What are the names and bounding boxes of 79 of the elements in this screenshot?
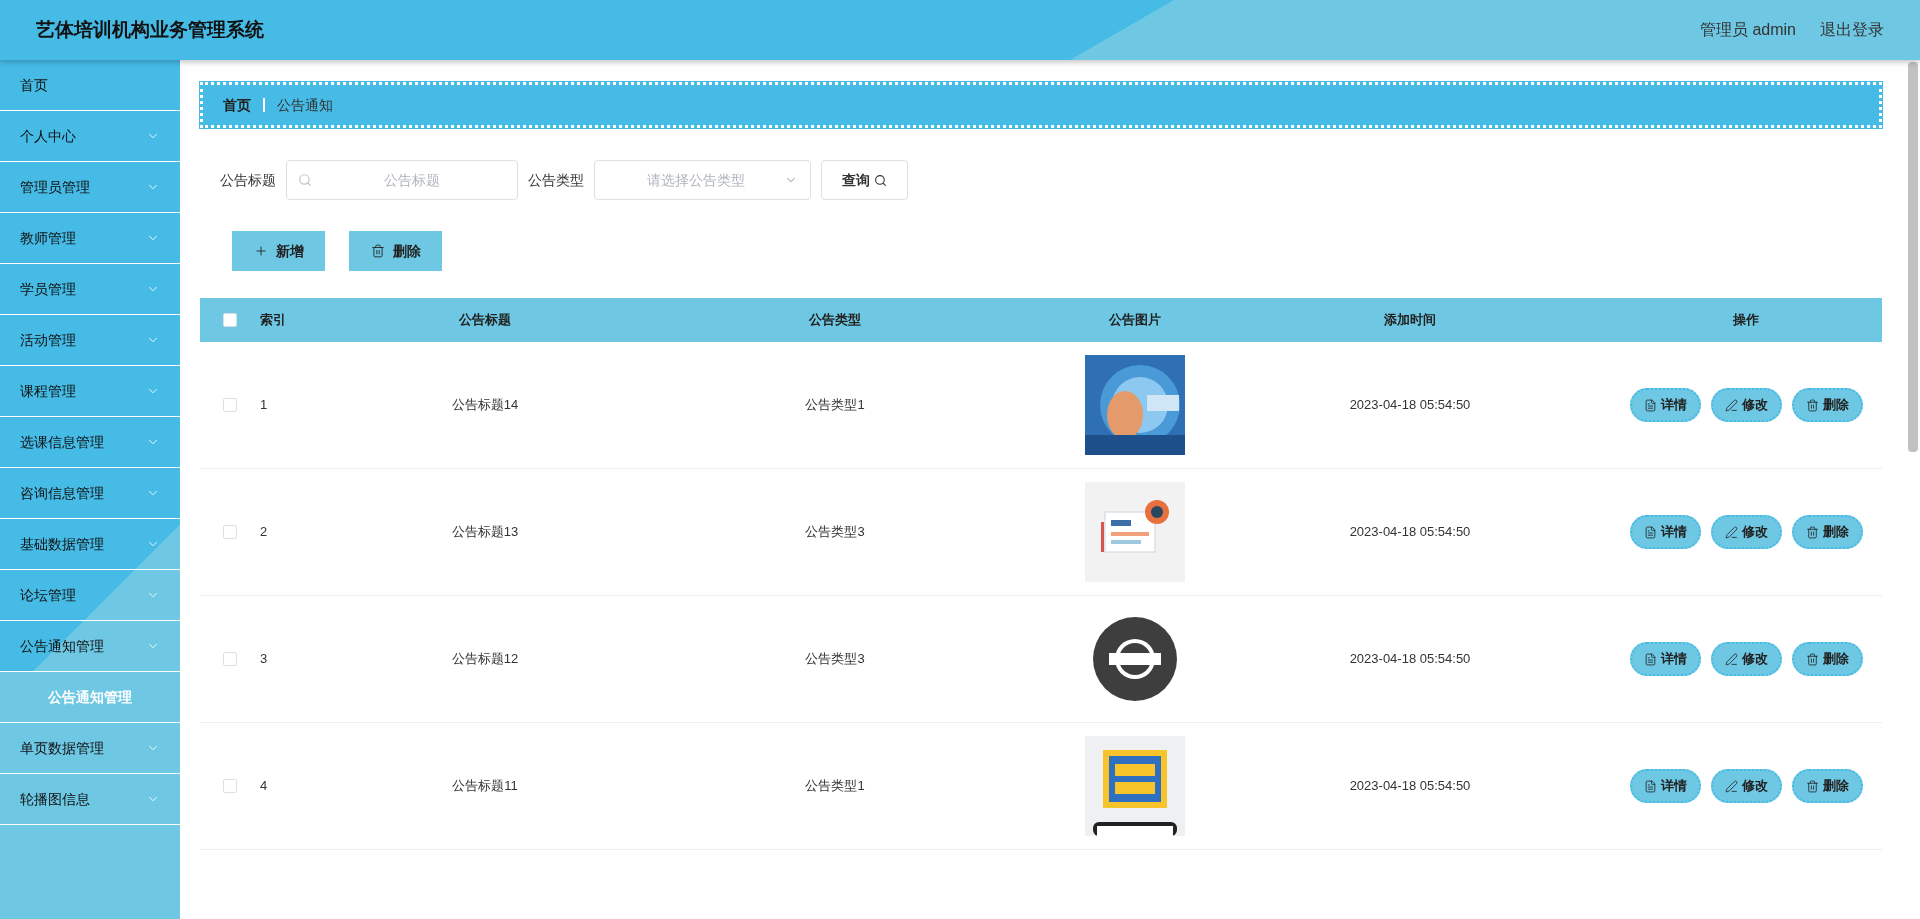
- document-icon: [1643, 779, 1657, 793]
- checkbox[interactable]: [223, 779, 237, 793]
- edit-button[interactable]: 修改: [1710, 388, 1782, 422]
- breadcrumb-item: 公告通知: [277, 95, 333, 115]
- table-cell-text: 公告类型3: [805, 650, 865, 669]
- sidebar-item[interactable]: 活动管理: [0, 315, 180, 366]
- delete-button[interactable]: 删除: [1791, 769, 1863, 803]
- add-button[interactable]: 新增: [235, 234, 322, 268]
- pen-icon: [1724, 398, 1738, 412]
- trash-icon: [1805, 525, 1819, 539]
- pen-icon: [1724, 652, 1738, 666]
- table-cell: 2: [260, 524, 268, 540]
- pen-icon: [1724, 779, 1738, 793]
- sidebar-item[interactable]: 教师管理: [0, 213, 180, 264]
- search-icon: [874, 173, 887, 187]
- detail-button[interactable]: 详情: [1629, 515, 1701, 549]
- field-label: 公告标题: [220, 170, 276, 190]
- plus-icon: [253, 244, 268, 258]
- breadcrumb-item[interactable]: 首页: [223, 94, 251, 116]
- checkbox[interactable]: [223, 652, 237, 666]
- app-title: 艺体培训机构业务管理系统: [36, 17, 264, 42]
- user-name: 管理员 admin: [1699, 20, 1796, 40]
- table-cell-text: 2023-04-18 05:54:50: [1349, 523, 1471, 542]
- table-cell: 3: [260, 651, 268, 667]
- sidebar-item[interactable]: 学员管理: [0, 264, 180, 315]
- column-header: 操作: [1733, 311, 1759, 330]
- field-label: 公告类型: [528, 170, 584, 190]
- edit-button[interactable]: 修改: [1710, 769, 1782, 803]
- delete-button[interactable]: 删除: [1791, 515, 1863, 549]
- checkbox[interactable]: [223, 313, 237, 327]
- edit-button[interactable]: 修改: [1710, 642, 1782, 676]
- table-cell-text: 2023-04-18 05:54:50: [1349, 396, 1471, 415]
- table-cell-text: 公告标题12: [451, 650, 519, 669]
- sidebar-item[interactable]: 轮播图信息: [0, 774, 180, 825]
- logout-link[interactable]: 退出登录: [1820, 18, 1884, 42]
- table-cell: 4: [260, 778, 268, 794]
- pen-icon: [1724, 525, 1738, 539]
- table-cell: 1: [260, 397, 268, 413]
- table-cell-text: 公告标题11: [452, 777, 518, 796]
- table-cell-text: 公告类型1: [805, 777, 865, 796]
- query-button[interactable]: 查询: [821, 160, 908, 200]
- document-icon: [1643, 652, 1657, 666]
- sidebar-item[interactable]: 基础数据管理: [0, 519, 180, 570]
- delete-button[interactable]: 删除: [1791, 388, 1863, 422]
- checkbox[interactable]: [223, 525, 237, 539]
- trash-icon: [1805, 779, 1819, 793]
- table-cell-text: 公告标题13: [451, 523, 519, 542]
- edit-button[interactable]: 修改: [1710, 515, 1782, 549]
- sidebar-item[interactable]: 选课信息管理: [0, 417, 180, 468]
- column-header: 公告类型: [809, 311, 861, 330]
- document-icon: [1643, 398, 1657, 412]
- column-header: 添加时间: [1384, 311, 1436, 330]
- detail-button[interactable]: 详情: [1629, 642, 1701, 676]
- delete-button[interactable]: 删除: [352, 234, 439, 268]
- column-header: 索引: [260, 312, 286, 328]
- sidebar-item[interactable]: 咨询信息管理: [0, 468, 180, 519]
- trash-icon: [1805, 652, 1819, 666]
- table-cell-text: 2023-04-18 05:54:50: [1349, 777, 1471, 796]
- sidebar-item[interactable]: 首页: [0, 60, 180, 111]
- search-icon: [298, 173, 312, 187]
- checkbox[interactable]: [223, 398, 237, 412]
- column-header: 公告图片: [1109, 311, 1161, 330]
- sidebar-item[interactable]: 管理员管理: [0, 162, 180, 213]
- trash-icon: [370, 244, 385, 258]
- detail-button[interactable]: 详情: [1629, 769, 1701, 803]
- table-cell-text: 公告类型1: [805, 396, 865, 415]
- document-icon: [1643, 525, 1657, 539]
- sidebar-item[interactable]: 单页数据管理: [0, 723, 180, 774]
- title-search-field[interactable]: 公告标题: [286, 160, 518, 200]
- detail-button[interactable]: 详情: [1629, 388, 1701, 422]
- delete-button[interactable]: 删除: [1791, 642, 1863, 676]
- sidebar-item[interactable]: 个人中心: [0, 111, 180, 162]
- trash-icon: [1805, 398, 1819, 412]
- sidebar-item[interactable]: 课程管理: [0, 366, 180, 417]
- sidebar-item[interactable]: 论坛管理: [0, 570, 180, 621]
- table-cell-text: 2023-04-18 05:54:50: [1349, 650, 1471, 669]
- column-header: 公告标题: [459, 311, 511, 330]
- table-cell-text: 公告类型3: [805, 523, 865, 542]
- table-cell-text: 公告标题14: [451, 396, 519, 415]
